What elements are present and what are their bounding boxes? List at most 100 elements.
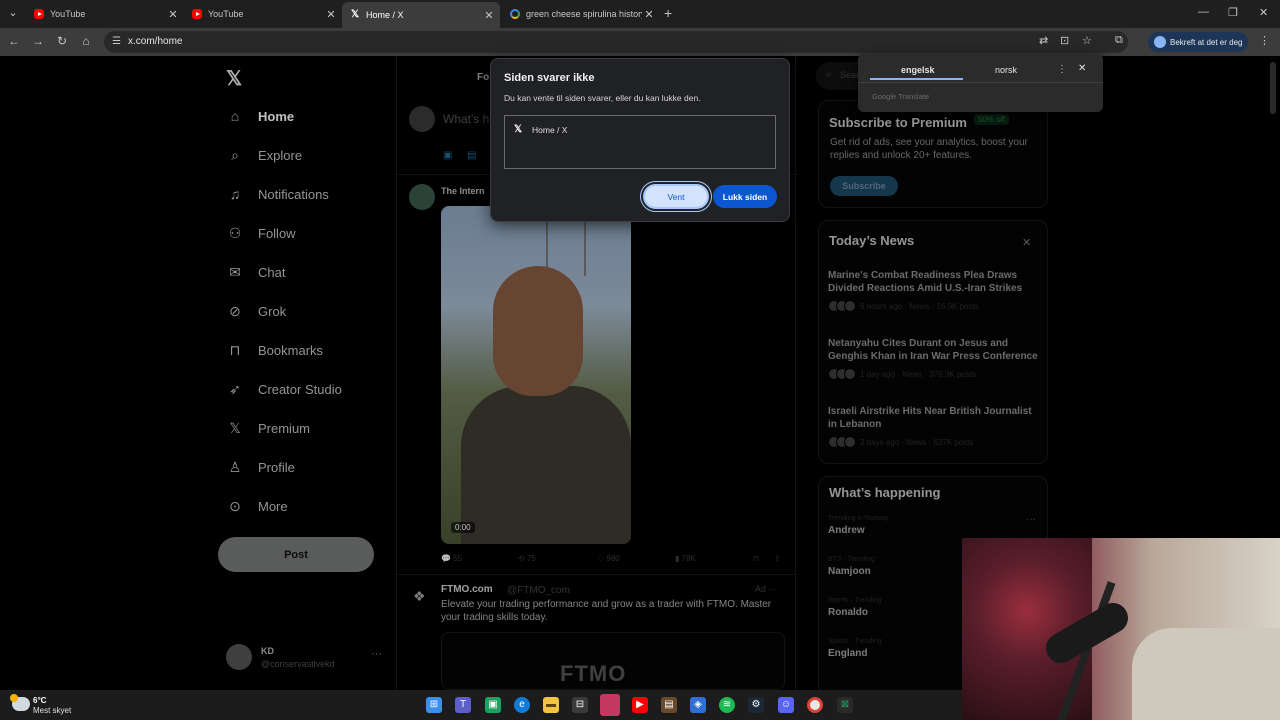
close-icon[interactable]: ✕: [1022, 236, 1031, 249]
repost-button[interactable]: ⟲ 75: [518, 554, 536, 563]
app-icon[interactable]: ⊠: [837, 697, 853, 713]
tab-google-search[interactable]: green cheese spirulina history ✕: [502, 3, 660, 25]
sidebar-item-notifications[interactable]: ♫ Notifications: [226, 179, 329, 209]
ad-card[interactable]: FTMO: [441, 632, 785, 690]
subscribe-button[interactable]: Subscribe: [830, 176, 898, 196]
app-icon[interactable]: [600, 694, 620, 716]
teams-icon[interactable]: T: [455, 697, 471, 713]
address-bar[interactable]: ☰ x.com/home: [104, 31, 1128, 53]
wait-button[interactable]: Vent: [643, 184, 709, 209]
weather-icon[interactable]: [10, 694, 30, 711]
avatar[interactable]: [409, 184, 435, 210]
tab-search-icon[interactable]: ⌄: [4, 4, 22, 22]
file-explorer-icon[interactable]: ▬: [543, 697, 559, 713]
bookmark-icon[interactable]: ⊓: [753, 554, 759, 563]
tab-target-language[interactable]: norsk: [995, 65, 1017, 75]
news-meta: 2 days ago · News · 637K posts: [860, 437, 974, 447]
image-icon[interactable]: ▣: [443, 150, 452, 161]
tab-youtube-1[interactable]: YouTube ✕: [26, 3, 184, 25]
tab-home-x[interactable]: 𝕏 Home / X ✕: [342, 2, 500, 28]
views-button[interactable]: ▮ 78K: [675, 554, 696, 563]
gif-icon[interactable]: ▤: [467, 150, 476, 161]
new-tab-icon[interactable]: +: [664, 5, 672, 21]
close-tab-icon[interactable]: ✕: [642, 8, 656, 21]
x-logo-icon[interactable]: 𝕏: [226, 66, 242, 91]
tab-youtube-2[interactable]: YouTube ✕: [184, 3, 342, 25]
minimize-icon[interactable]: —: [1198, 6, 1209, 18]
sidebar-item-more[interactable]: ⊙ More: [226, 491, 288, 521]
sidebar-item-creator-studio[interactable]: ➶ Creator Studio: [226, 374, 342, 404]
sidebar-item-chat[interactable]: ✉ Chat: [226, 257, 285, 287]
bookmark-star-icon[interactable]: ☆: [1082, 34, 1092, 47]
close-icon[interactable]: ✕: [1078, 63, 1086, 74]
like-button[interactable]: ♡ 980: [597, 554, 620, 563]
app-icon[interactable]: ▣: [485, 697, 501, 713]
sidebar-item-label: Creator Studio: [258, 381, 342, 397]
back-icon[interactable]: ←: [6, 34, 22, 48]
translate-popup: engelsk norsk ⋮ ✕ Google Translate: [858, 54, 1103, 112]
news-item[interactable]: Israeli Airstrike Hits Near British Jour…: [828, 405, 1038, 448]
bell-icon: ♫: [229, 186, 241, 202]
chrome-icon[interactable]: [807, 697, 823, 713]
weather-condition[interactable]: Mest skyet: [33, 706, 71, 715]
news-headline: Marine's Combat Readiness Plea Draws Div…: [828, 270, 1023, 294]
tab-title: Home / X: [366, 10, 404, 20]
sidebar-item-grok[interactable]: ⊘ Grok: [226, 296, 286, 326]
post-button[interactable]: Post: [218, 537, 374, 572]
more-dots-icon[interactable]: ···: [769, 584, 778, 594]
ftmo-logo-icon[interactable]: ❖: [413, 588, 426, 605]
profile-button[interactable]: Bekreft at det er deg: [1148, 32, 1248, 52]
sidebar-item-bookmarks[interactable]: ⊓ Bookmarks: [226, 335, 324, 365]
edge-icon[interactable]: e: [514, 697, 530, 713]
account-switcher[interactable]: KD @conservastivekd ···: [226, 644, 386, 674]
compose-input[interactable]: What's h: [443, 112, 489, 126]
tweet-video[interactable]: 0:00: [441, 206, 631, 544]
more-dots-icon[interactable]: ···: [371, 648, 382, 660]
x-icon: 𝕏: [514, 124, 523, 135]
spotify-icon[interactable]: ≋: [719, 697, 735, 713]
store-icon[interactable]: ⊟: [572, 697, 588, 713]
avatar: [409, 106, 435, 132]
more-options-icon[interactable]: ⋮: [1057, 64, 1067, 75]
steam-icon[interactable]: ⚙: [748, 697, 764, 713]
close-tab-icon[interactable]: ✕: [482, 9, 496, 22]
home-icon[interactable]: ⌂: [78, 34, 94, 48]
app-icon[interactable]: ▤: [661, 697, 677, 713]
sidebar-item-home[interactable]: ⌂ Home: [226, 101, 294, 131]
close-tab-icon[interactable]: ✕: [166, 8, 180, 21]
x-icon: 𝕏: [229, 419, 241, 436]
sidebar-item-explore[interactable]: ⌕ Explore: [226, 140, 302, 170]
tweet-author[interactable]: The Intern: [441, 186, 485, 196]
dialog-message: Du kan vente til siden svarer, eller du …: [504, 93, 701, 103]
account-name: KD: [261, 646, 274, 656]
share-icon[interactable]: ⇪: [774, 554, 781, 563]
forward-icon[interactable]: →: [30, 34, 46, 48]
site-info-icon[interactable]: ☰: [112, 36, 121, 47]
translate-icon[interactable]: ⇄: [1039, 34, 1048, 47]
close-window-icon[interactable]: ✕: [1259, 6, 1268, 19]
reply-button[interactable]: 💬 55: [441, 554, 462, 563]
start-icon[interactable]: ⊞: [426, 697, 442, 713]
sidebar-item-follow[interactable]: ⚇ Follow: [226, 218, 296, 248]
discord-icon[interactable]: ☺: [778, 697, 794, 713]
news-item[interactable]: Netanyahu Cites Durant on Jesus and Geng…: [828, 337, 1038, 380]
sidebar-item-premium[interactable]: 𝕏 Premium: [226, 413, 310, 443]
sidebar-item-profile[interactable]: ♙ Profile: [226, 452, 295, 482]
news-item[interactable]: Marine's Combat Readiness Plea Draws Div…: [828, 269, 1038, 312]
close-tab-icon[interactable]: ✕: [324, 8, 338, 21]
app-icon[interactable]: ◈: [690, 697, 706, 713]
extensions-icon[interactable]: ⧉: [1115, 34, 1123, 47]
youtube-icon[interactable]: ▶: [632, 697, 648, 713]
tab-for-you[interactable]: Fo: [477, 72, 489, 83]
url-text[interactable]: x.com/home: [128, 36, 182, 47]
browser-menu-icon[interactable]: ⋮: [1259, 34, 1270, 47]
close-page-button[interactable]: Lukk siden: [713, 185, 777, 208]
reload-icon[interactable]: ↻: [54, 34, 70, 48]
ad-author[interactable]: FTMO.com: [441, 584, 493, 595]
trend-item[interactable]: Trending in Norway Andrew: [828, 515, 1038, 536]
restore-icon[interactable]: ❐: [1228, 6, 1238, 19]
scrollbar[interactable]: [1270, 62, 1276, 114]
install-app-icon[interactable]: ⊡: [1060, 34, 1069, 47]
tab-source-language[interactable]: engelsk: [901, 65, 935, 75]
weather-temperature[interactable]: 6°C: [33, 696, 46, 705]
